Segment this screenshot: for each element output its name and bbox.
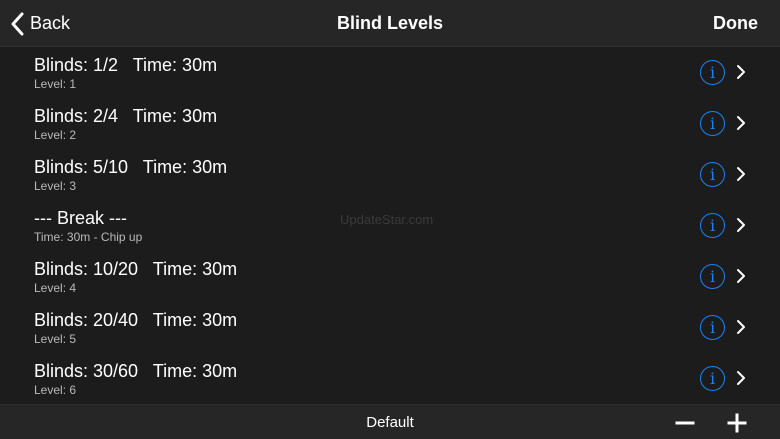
- watermark: UpdateStar.com: [340, 212, 434, 227]
- level-subtitle: Level: 3: [34, 179, 77, 193]
- list-item[interactable]: Blinds: 10/20 Time: 30m Level: 4 i: [0, 251, 780, 302]
- info-icon[interactable]: i: [700, 264, 725, 289]
- level-subtitle: Level: 2: [34, 128, 77, 142]
- list-item[interactable]: Blinds: 5/10 Time: 30m Level: 3 i: [0, 149, 780, 200]
- app-window: Back Blind Levels Done Blinds: 1/2 Time:…: [0, 0, 780, 439]
- chevron-right-icon: [737, 320, 745, 334]
- chevron-right-icon: [737, 65, 745, 79]
- chevron-right-icon: [737, 269, 745, 283]
- level-subtitle: Level: 6: [34, 383, 77, 397]
- info-icon[interactable]: i: [700, 162, 725, 187]
- level-title: Blinds: 1/2 Time: 30m: [34, 55, 218, 75]
- list-item[interactable]: Blinds: 2/4 Time: 30m Level: 2 i: [0, 98, 780, 149]
- list-item[interactable]: Blinds: 30/60 Time: 30m Level: 6 i: [0, 353, 780, 404]
- level-subtitle: Level: 1: [34, 77, 77, 91]
- default-label: Default: [366, 414, 414, 431]
- navigation-bar: Back Blind Levels Done: [0, 0, 780, 47]
- level-subtitle: Level: 4: [34, 281, 77, 295]
- break-title: --- Break ---: [34, 208, 127, 228]
- level-title: Blinds: 10/20 Time: 30m: [34, 259, 238, 279]
- minus-icon[interactable]: [675, 413, 695, 433]
- plus-icon[interactable]: [727, 413, 747, 433]
- level-title: Blinds: 5/10 Time: 30m: [34, 157, 228, 177]
- chevron-left-icon: [11, 12, 24, 35]
- level-title: Blinds: 30/60 Time: 30m: [34, 361, 238, 381]
- list-item[interactable]: Blinds: 1/2 Time: 30m Level: 1 i: [0, 47, 780, 98]
- info-icon[interactable]: i: [700, 366, 725, 391]
- chevron-right-icon: [737, 167, 745, 181]
- page-title: Blind Levels: [336, 13, 444, 33]
- level-subtitle: Level: 5: [34, 332, 77, 346]
- list-item[interactable]: Blinds: 20/40 Time: 30m Level: 5 i: [0, 302, 780, 353]
- level-title: Blinds: 20/40 Time: 30m: [34, 310, 238, 330]
- level-title: Blinds: 2/4 Time: 30m: [34, 106, 218, 126]
- done-button[interactable]: Done: [713, 0, 758, 47]
- break-subtitle: Time: 30m - Chip up: [34, 230, 143, 244]
- info-icon[interactable]: i: [700, 111, 725, 136]
- chevron-right-icon: [737, 116, 745, 130]
- chevron-right-icon: [737, 371, 745, 385]
- back-button[interactable]: Back: [10, 0, 70, 47]
- chevron-right-icon: [737, 218, 745, 232]
- info-icon[interactable]: i: [700, 213, 725, 238]
- info-icon[interactable]: i: [700, 60, 725, 85]
- bottom-toolbar: Default: [0, 404, 780, 439]
- info-icon[interactable]: i: [700, 315, 725, 340]
- back-button-label: Back: [30, 13, 71, 33]
